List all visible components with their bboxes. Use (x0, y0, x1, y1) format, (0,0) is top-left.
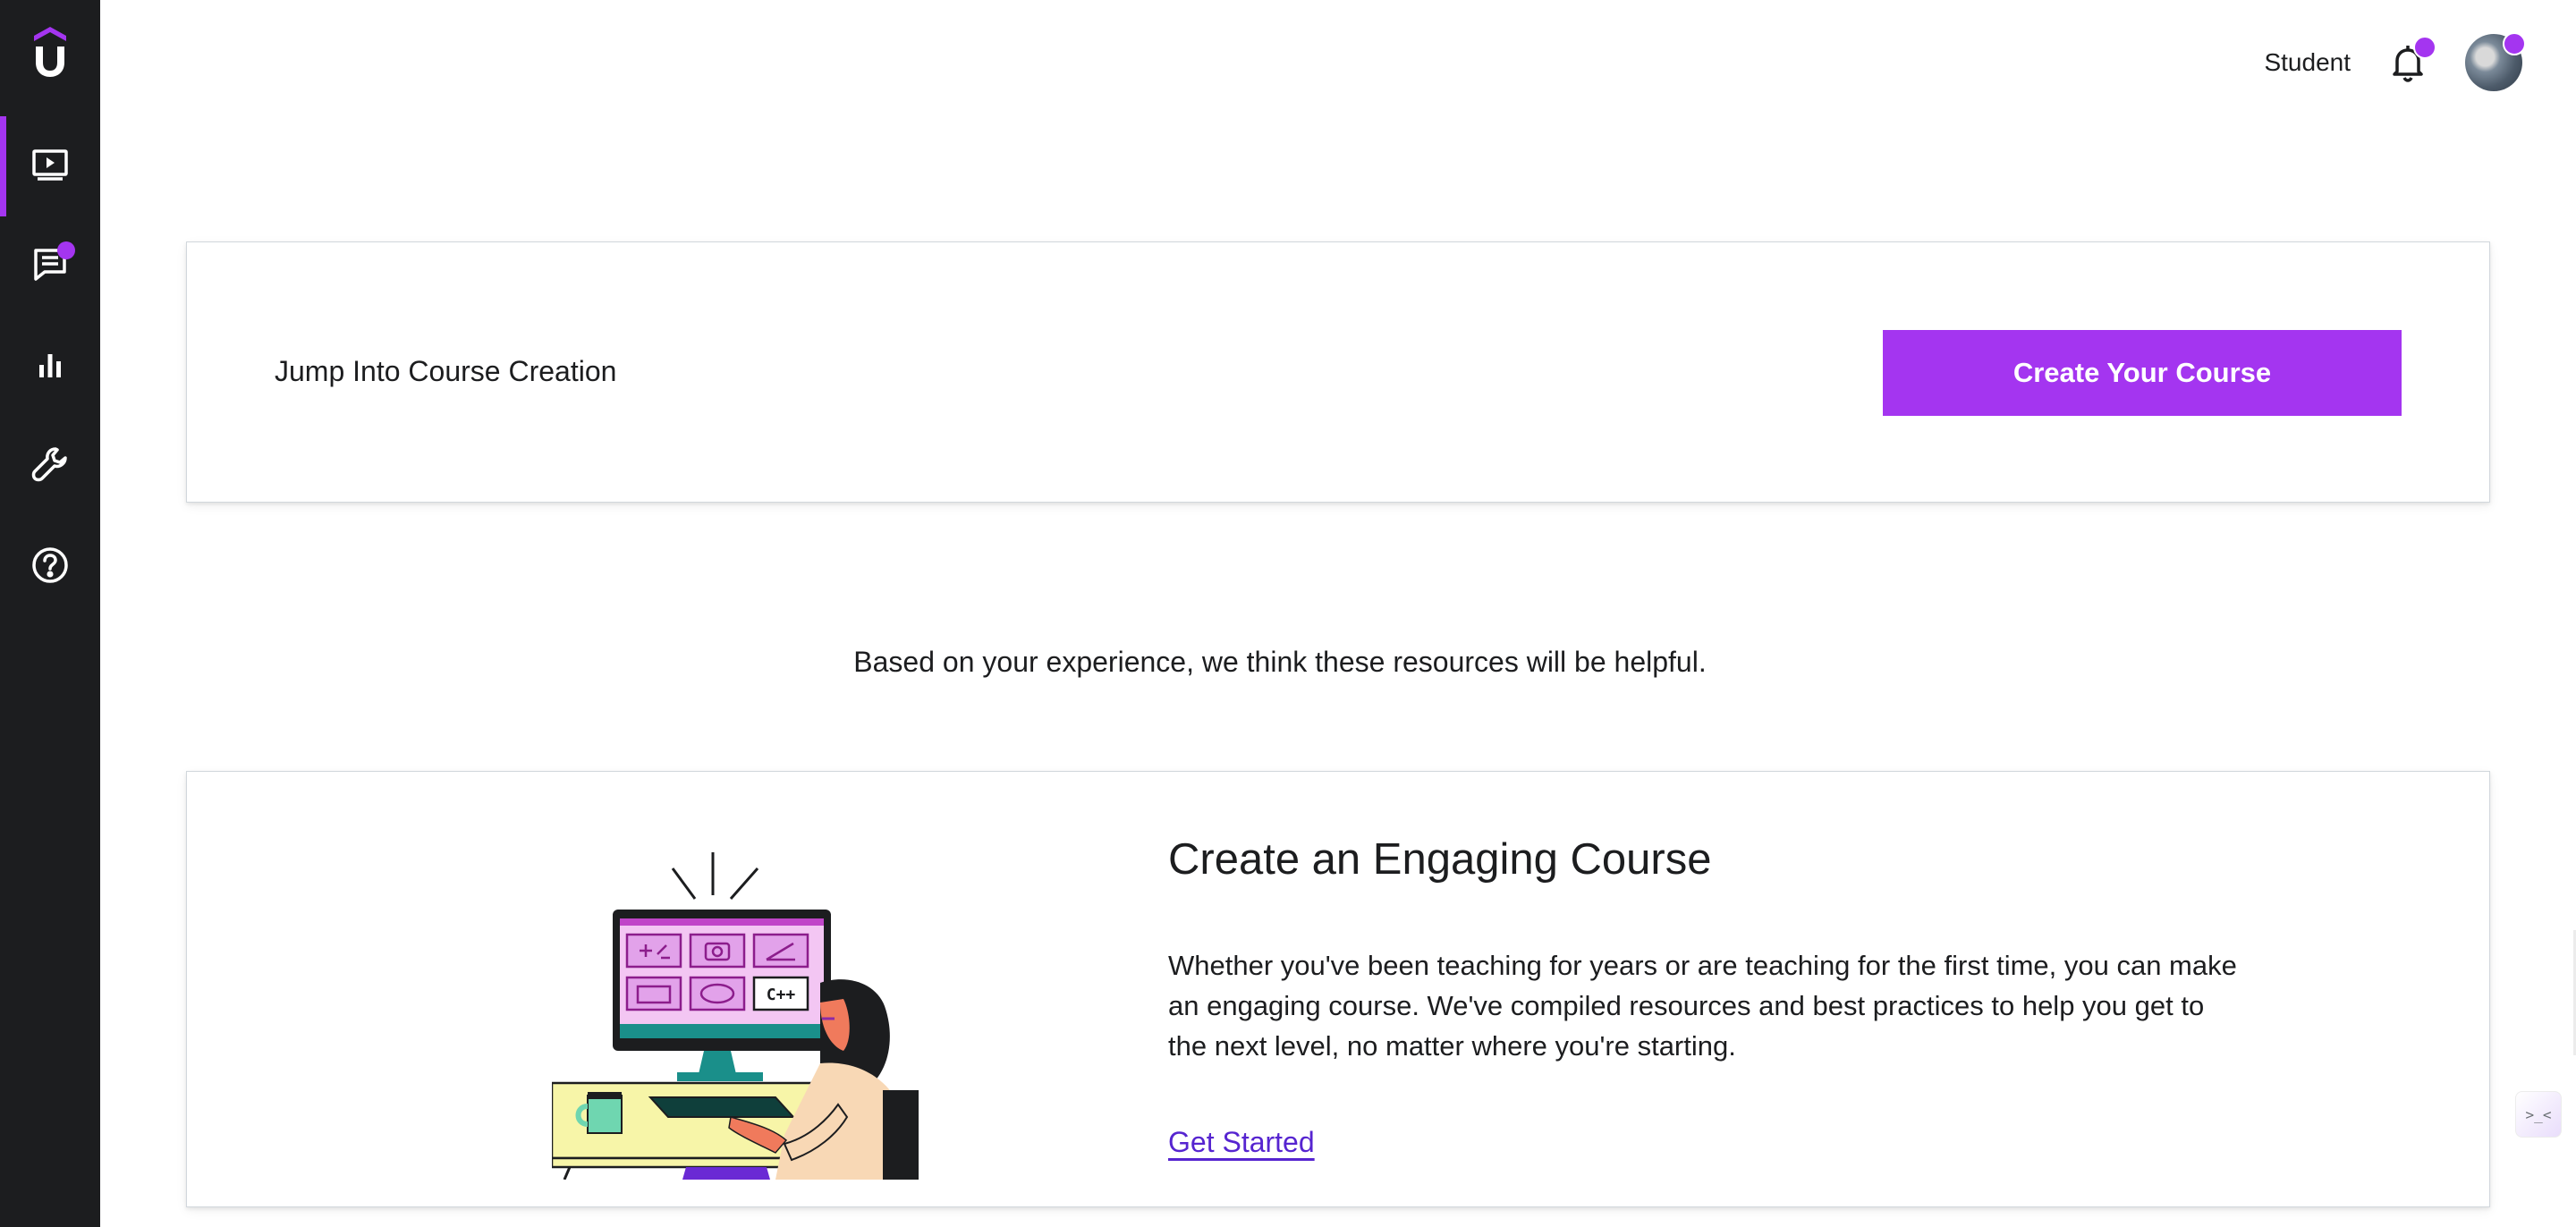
svg-text:C++: C++ (767, 986, 796, 1004)
resource-title: Create an Engaging Course (1168, 835, 1712, 884)
udemy-logo[interactable] (30, 25, 70, 79)
bar-chart-icon (29, 343, 72, 391)
get-started-link[interactable]: Get Started (1168, 1126, 1315, 1159)
sidebar-item-courses[interactable] (0, 116, 100, 216)
course-creation-card: Jump Into Course Creation Create Your Co… (186, 241, 2490, 503)
student-view-link[interactable]: Student (2264, 48, 2351, 77)
notifications-button[interactable] (2386, 36, 2436, 84)
floating-helper-button[interactable]: >_< (2515, 1091, 2562, 1138)
video-course-icon (29, 143, 72, 190)
recommendation-text: Based on your experience, we think these… (853, 646, 1707, 678)
notification-dot (57, 241, 75, 259)
sidebar-item-performance[interactable] (0, 317, 100, 417)
top-header: Student (2264, 27, 2526, 98)
sidebar-item-resources[interactable] (0, 517, 100, 617)
bell-icon (2386, 46, 2429, 88)
resource-card: C++ Create an Engaging Course Whether yo… (186, 771, 2490, 1207)
notification-dot (2413, 36, 2436, 59)
cta-heading: Jump Into Course Creation (275, 355, 617, 387)
create-course-button[interactable]: Create Your Course (1883, 330, 2402, 416)
notification-dot (2503, 32, 2526, 55)
sidebar-item-communication[interactable] (0, 216, 100, 317)
person-at-computer-illustration: C++ (550, 849, 919, 1180)
sidebar (0, 0, 100, 1227)
resource-description: Whether you've been teaching for years o… (1168, 950, 2237, 1062)
wrench-tools-icon (29, 444, 72, 491)
user-avatar[interactable] (2465, 32, 2526, 91)
sidebar-item-tools[interactable] (0, 417, 100, 517)
help-circle-icon (29, 544, 72, 591)
